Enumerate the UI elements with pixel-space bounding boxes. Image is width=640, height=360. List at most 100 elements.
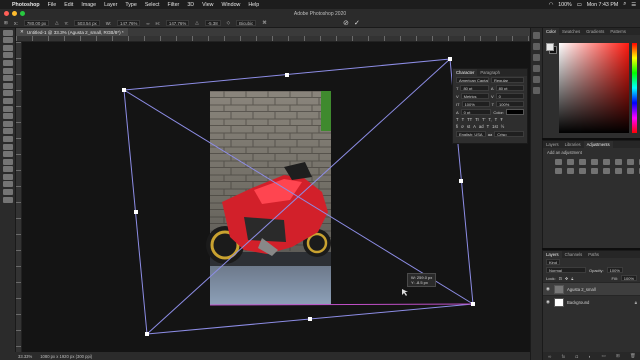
menu-extras-icon[interactable]: ☰ [631, 2, 636, 8]
lasso-tool-icon[interactable] [2, 52, 13, 59]
fractions-button[interactable]: ½ [501, 124, 505, 129]
dodge-tool-icon[interactable] [2, 143, 13, 150]
quick-select-tool-icon[interactable] [2, 59, 13, 66]
document-info[interactable]: 1080 px x 1920 px (300 ppi) [40, 354, 92, 359]
channel-mixer-icon[interactable] [567, 168, 574, 174]
ordinals-button[interactable]: 1st [492, 124, 498, 129]
menu-help[interactable]: Help [248, 2, 259, 8]
exposure-icon[interactable] [591, 159, 598, 165]
glyphs-panel-icon[interactable] [533, 76, 540, 83]
tab-character[interactable]: Character [453, 69, 478, 76]
lock-pixels-icon[interactable]: ⊡ [559, 276, 562, 281]
lock-all-icon[interactable]: 🔒︎ [571, 276, 573, 281]
menu-layer[interactable]: Layer [104, 2, 117, 8]
tracking-field[interactable]: 0 [495, 93, 524, 99]
tab-channels[interactable]: Channels [562, 251, 586, 258]
height-field[interactable]: 147.76% [165, 20, 190, 26]
tab-paths[interactable]: Paths [585, 251, 602, 258]
clone-stamp-tool-icon[interactable] [2, 105, 13, 112]
path-select-tool-icon[interactable] [2, 166, 13, 173]
history-brush-tool-icon[interactable] [2, 113, 13, 120]
menu-window[interactable]: Window [222, 2, 241, 8]
rotate-icon[interactable]: △ [195, 20, 198, 26]
foreground-color-swatch[interactable] [546, 43, 554, 51]
invert-icon[interactable] [591, 168, 598, 174]
document-tab[interactable]: ✕ Untitled-1 @ 33.3% (Agusta 2_small, RG… [16, 28, 128, 36]
leading-field[interactable]: 80 pt [495, 85, 524, 91]
link-layers-icon[interactable]: ∞ [548, 354, 551, 359]
blur-tool-icon[interactable] [2, 135, 13, 142]
marquee-tool-icon[interactable] [2, 44, 13, 51]
font-size-field[interactable]: 80 pt [460, 85, 489, 91]
posterize-icon[interactable] [603, 168, 610, 174]
faux-italic-button[interactable]: T [462, 117, 465, 122]
adjustment-layer-icon[interactable]: ◐ [588, 354, 591, 359]
brush-tool-icon[interactable] [2, 97, 13, 104]
curves-icon[interactable] [579, 159, 586, 165]
x-field[interactable]: 780.00 px [23, 20, 50, 26]
mask-icon[interactable]: ◘ [575, 354, 578, 359]
tab-layers[interactable]: Layers [543, 251, 562, 258]
tab-patterns[interactable]: Patterns [607, 28, 629, 35]
delta-icon[interactable]: △ [55, 20, 58, 26]
blend-mode-select[interactable]: Normal [546, 267, 586, 273]
text-color-swatch[interactable] [506, 109, 524, 115]
rectangle-tool-icon[interactable] [2, 173, 13, 180]
clock[interactable]: Mon 7:43 PM [587, 2, 619, 8]
tab-layers-mini[interactable]: Layers [543, 141, 562, 148]
tab-libraries[interactable]: Libraries [562, 141, 584, 148]
old-style-button[interactable]: ơ [461, 124, 464, 129]
tab-gradients[interactable]: Gradients [583, 28, 607, 35]
battery-icon[interactable]: ▭ [577, 2, 582, 8]
skew-icon[interactable]: ◇ [227, 20, 230, 26]
warp-icon[interactable]: ⌘ [262, 20, 266, 26]
cancel-transform-button[interactable]: ⊘ [343, 19, 349, 27]
properties-panel-icon[interactable] [533, 43, 540, 50]
faux-bold-button[interactable]: T [456, 117, 459, 122]
menu-edit[interactable]: Edit [64, 2, 73, 8]
photo-filter-icon[interactable] [555, 168, 562, 174]
healing-tool-icon[interactable] [2, 90, 13, 97]
group-icon[interactable]: ▭ [601, 353, 605, 359]
commit-transform-button[interactable]: ✓ [354, 19, 360, 27]
fx-icon[interactable]: fx [562, 354, 566, 359]
gradient-map-icon[interactable] [627, 168, 634, 174]
eyedropper-tool-icon[interactable] [2, 82, 13, 89]
menu-filter[interactable]: Filter [168, 2, 180, 8]
layer-row-agusta[interactable]: ◉ Agusta 2_small [543, 282, 640, 295]
visibility-eye-icon[interactable]: ◉ [546, 286, 551, 292]
wifi-icon[interactable]: ◠ [549, 2, 554, 8]
color-lookup-icon[interactable] [579, 168, 586, 174]
menu-3d[interactable]: 3D [187, 2, 194, 8]
trash-icon[interactable]: 🗑︎ [630, 353, 636, 359]
menu-view[interactable]: View [202, 2, 213, 8]
color-field[interactable] [559, 43, 629, 133]
visibility-eye-icon[interactable]: ◉ [546, 299, 551, 305]
discretionary-ligatures-button[interactable]: st [467, 124, 470, 129]
paragraph-mini-panel-icon[interactable] [533, 65, 540, 72]
vscale-field[interactable]: 100% [461, 101, 490, 107]
close-tab-icon[interactable]: ✕ [20, 29, 24, 35]
zoom-level[interactable]: 33.33% [18, 354, 32, 359]
tab-swatches[interactable]: Swatches [559, 28, 583, 35]
angle-field[interactable]: -5.38 [204, 20, 221, 26]
tab-paragraph[interactable]: Paragraph [477, 69, 503, 76]
menu-type[interactable]: Type [125, 2, 136, 8]
superscript-button[interactable]: T' [482, 117, 485, 122]
crop-tool-icon[interactable] [2, 67, 13, 74]
gradient-tool-icon[interactable] [2, 128, 13, 135]
menu-select[interactable]: Select [145, 2, 160, 8]
stylistic-alternates-button[interactable]: ad [479, 124, 484, 129]
layer-filter-select[interactable]: Kind [546, 259, 561, 265]
fill-field[interactable]: 100% [620, 275, 637, 281]
kerning-field[interactable]: Metrics [460, 93, 489, 99]
character-mini-panel-icon[interactable] [533, 54, 540, 61]
tab-color[interactable]: Color [543, 28, 560, 35]
new-layer-icon[interactable]: ⊞ [616, 353, 620, 359]
edit-toolbar-tool-icon[interactable] [2, 196, 13, 203]
underline-button[interactable]: T [495, 117, 498, 122]
hand-tool-icon[interactable] [2, 181, 13, 188]
brushes-panel-icon[interactable] [533, 87, 540, 94]
subscript-button[interactable]: T, [488, 117, 491, 122]
color-balance-icon[interactable] [627, 159, 634, 165]
